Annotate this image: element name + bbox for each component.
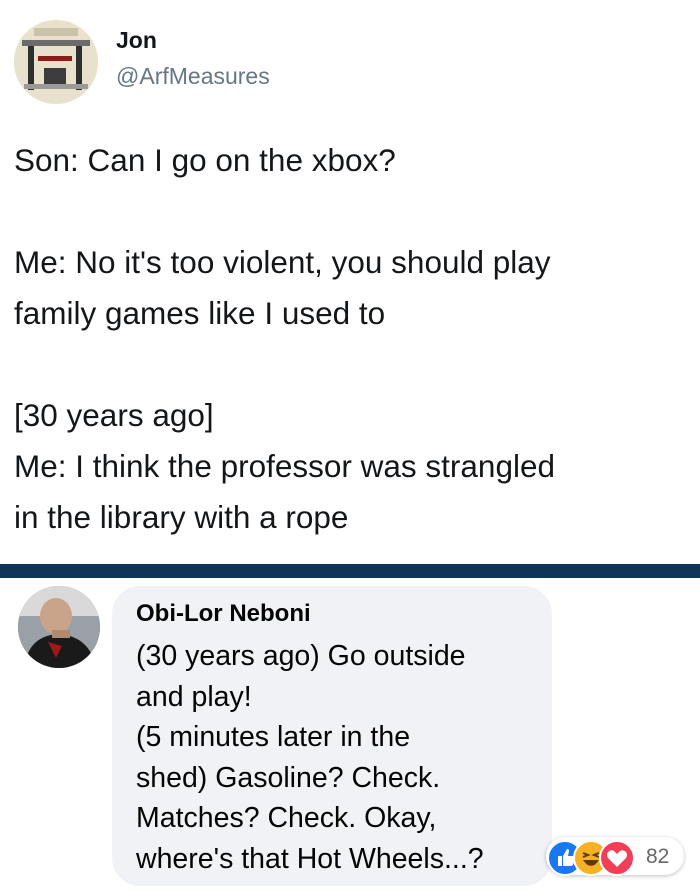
tweet-author-name[interactable]: Jon bbox=[116, 27, 157, 54]
reaction-summary[interactable]: 82 bbox=[546, 837, 684, 876]
avatar-image bbox=[14, 20, 98, 104]
tweet-line: in the library with a rope bbox=[14, 499, 349, 535]
love-icon bbox=[599, 840, 635, 876]
tweet-author-handle[interactable]: @ArfMeasures bbox=[116, 63, 270, 90]
comment-line: shed) Gasoline? Check. bbox=[136, 761, 441, 794]
comment-author-avatar[interactable] bbox=[18, 586, 100, 668]
comment-line: (5 minutes later in the bbox=[136, 721, 411, 753]
tweet-text: Son: Can I go on the xbox? Me: No it's t… bbox=[14, 135, 694, 543]
reaction-count: 82 bbox=[646, 845, 670, 868]
avatar-image bbox=[18, 586, 100, 668]
tweet-card: Jon @ArfMeasures Son: Can I go on the xb… bbox=[0, 0, 700, 564]
comment-text: (30 years ago) Go outside and play! (5 m… bbox=[136, 636, 536, 879]
comment-line: (30 years ago) Go outside bbox=[136, 640, 466, 672]
tweet-line: Me: No it's too violent, you should play bbox=[14, 244, 551, 280]
comment-line: Matches? Check. Okay, bbox=[136, 802, 437, 834]
tweet-line: Son: Can I go on the xbox? bbox=[14, 142, 396, 178]
tweet-author-avatar[interactable] bbox=[14, 20, 98, 104]
comment-author-name[interactable]: Obi-Lor Neboni bbox=[136, 600, 311, 628]
tweet-line: [30 years ago] bbox=[14, 397, 214, 433]
tweet-line: Me: I think the professor was strangled bbox=[14, 448, 556, 484]
comment-line: and play! bbox=[136, 680, 252, 713]
comment-line: where's that Hot Wheels...? bbox=[136, 842, 484, 875]
section-divider bbox=[0, 564, 700, 578]
facebook-comment: Obi-Lor Neboni (30 years ago) Go outside… bbox=[0, 578, 700, 894]
tweet-line: family games like I used to bbox=[14, 295, 386, 331]
